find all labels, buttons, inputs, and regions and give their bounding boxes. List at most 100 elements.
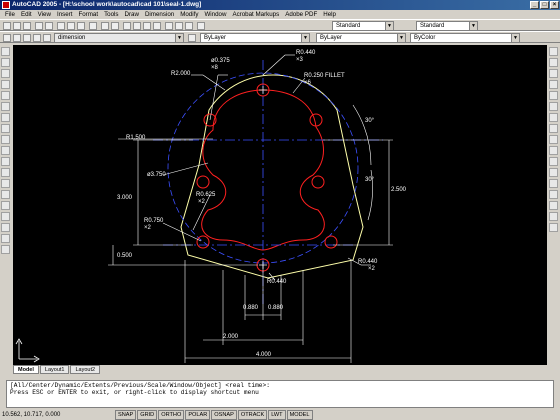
- polygon-icon[interactable]: [1, 80, 10, 89]
- layer-manager-icon[interactable]: [3, 34, 11, 42]
- menu-edit[interactable]: Edit: [18, 10, 35, 19]
- line-icon[interactable]: [1, 47, 10, 56]
- grid-toggle[interactable]: GRID: [137, 410, 158, 420]
- copy-icon[interactable]: [67, 22, 75, 30]
- break-at-point-icon[interactable]: [549, 168, 558, 177]
- menu-format[interactable]: Format: [75, 10, 101, 19]
- design-center-icon[interactable]: [175, 22, 183, 30]
- zoom-window-icon[interactable]: [143, 22, 151, 30]
- otrack-toggle[interactable]: OTRACK: [237, 410, 268, 420]
- offset-icon[interactable]: [549, 80, 558, 89]
- menu-view[interactable]: View: [35, 10, 54, 19]
- break-icon[interactable]: [549, 179, 558, 188]
- paste-icon[interactable]: [77, 22, 85, 30]
- layer-combo[interactable]: dimension ▼: [54, 33, 184, 43]
- dim-style-combo[interactable]: Standard ▼: [416, 21, 478, 31]
- tab-layout2[interactable]: Layout2: [70, 365, 101, 374]
- multiline-text-icon[interactable]: [1, 245, 10, 254]
- point-icon[interactable]: [1, 190, 10, 199]
- construction-line-icon[interactable]: [1, 58, 10, 67]
- minimize-button[interactable]: _: [530, 1, 539, 9]
- mirror-icon[interactable]: [549, 69, 558, 78]
- stretch-icon[interactable]: [549, 135, 558, 144]
- lineweight-combo[interactable]: ByColor ▼: [410, 33, 520, 43]
- chamfer-icon[interactable]: [549, 201, 558, 210]
- rotate-icon[interactable]: [549, 113, 558, 122]
- properties-icon[interactable]: [165, 22, 173, 30]
- model-toggle[interactable]: MODEL: [286, 410, 313, 420]
- rectangle-icon[interactable]: [1, 91, 10, 100]
- save-icon[interactable]: [23, 22, 31, 30]
- menu-window[interactable]: Window: [201, 10, 229, 19]
- close-button[interactable]: ×: [550, 1, 559, 9]
- open-icon[interactable]: [13, 22, 21, 30]
- extend-icon[interactable]: [549, 157, 558, 166]
- polar-toggle[interactable]: POLAR: [185, 410, 211, 420]
- spline-icon[interactable]: [1, 135, 10, 144]
- help-icon[interactable]: [197, 22, 205, 30]
- gradient-icon[interactable]: [1, 212, 10, 221]
- erase-icon[interactable]: [549, 47, 558, 56]
- scale-icon[interactable]: [549, 124, 558, 133]
- zoom-realtime-icon[interactable]: [133, 22, 141, 30]
- command-window[interactable]: [All/Center/Dynamic/Extents/Previous/Sca…: [6, 380, 554, 408]
- make-layer-current-icon[interactable]: [188, 34, 196, 42]
- layer-color-icon[interactable]: [43, 34, 51, 42]
- lightbulb-icon[interactable]: [13, 34, 21, 42]
- sun-icon[interactable]: [23, 34, 31, 42]
- ortho-toggle[interactable]: ORTHO: [158, 410, 185, 420]
- pan-icon[interactable]: [123, 22, 131, 30]
- label-d3000: 3.000: [117, 195, 133, 201]
- copy-object-icon[interactable]: [549, 58, 558, 67]
- label-d4000: 4.000: [256, 352, 272, 358]
- undo-icon[interactable]: [101, 22, 109, 30]
- chevron-down-icon: ▼: [385, 22, 393, 30]
- color-combo[interactable]: ByLayer ▼: [200, 33, 310, 43]
- explode-icon[interactable]: [549, 223, 558, 232]
- ellipse-icon[interactable]: [1, 146, 10, 155]
- label-r0625: R0.625: [196, 192, 216, 198]
- drawing-area[interactable]: R0.440 ×3 ø0.375 ×8 R2.000 R0.250 FILLET…: [13, 45, 547, 365]
- arc-icon[interactable]: [1, 102, 10, 111]
- redo-icon[interactable]: [111, 22, 119, 30]
- linetype-combo[interactable]: ByLayer ▼: [316, 33, 406, 43]
- tab-layout1[interactable]: Layout1: [39, 365, 70, 374]
- text-style-combo[interactable]: Standard ▼: [332, 21, 394, 31]
- snap-toggle[interactable]: SNAP: [115, 410, 137, 420]
- menu-dimension[interactable]: Dimension: [142, 10, 177, 19]
- menu-tools[interactable]: Tools: [101, 10, 121, 19]
- lwt-toggle[interactable]: LWT: [268, 410, 286, 420]
- menu-acrobat-markups[interactable]: Acrobat Markups: [229, 10, 282, 19]
- menu-modify[interactable]: Modify: [177, 10, 201, 19]
- tool-palettes-icon[interactable]: [185, 22, 193, 30]
- make-block-icon[interactable]: [1, 179, 10, 188]
- zoom-previous-icon[interactable]: [153, 22, 161, 30]
- menu-draw[interactable]: Draw: [122, 10, 142, 19]
- region-icon[interactable]: [1, 223, 10, 232]
- preview-icon[interactable]: [45, 22, 53, 30]
- new-icon[interactable]: [3, 22, 11, 30]
- trim-icon[interactable]: [549, 146, 558, 155]
- hatch-icon[interactable]: [1, 201, 10, 210]
- fillet-icon[interactable]: [549, 212, 558, 221]
- ellipse-arc-icon[interactable]: [1, 157, 10, 166]
- lock-icon[interactable]: [33, 34, 41, 42]
- menu-help[interactable]: Help: [320, 10, 339, 19]
- join-icon[interactable]: [549, 190, 558, 199]
- table-icon[interactable]: [1, 234, 10, 243]
- polyline-icon[interactable]: [1, 69, 10, 78]
- match-properties-icon[interactable]: [89, 22, 97, 30]
- maximize-button[interactable]: □: [540, 1, 549, 9]
- cut-icon[interactable]: [57, 22, 65, 30]
- menu-file[interactable]: File: [2, 10, 18, 19]
- revision-cloud-icon[interactable]: [1, 124, 10, 133]
- move-icon[interactable]: [549, 102, 558, 111]
- tab-model[interactable]: Model: [13, 365, 39, 374]
- menu-adobe-pdf[interactable]: Adobe PDF: [282, 10, 320, 19]
- menu-insert[interactable]: Insert: [54, 10, 75, 19]
- insert-block-icon[interactable]: [1, 168, 10, 177]
- array-icon[interactable]: [549, 91, 558, 100]
- osnap-toggle[interactable]: OSNAP: [211, 410, 237, 420]
- circle-icon[interactable]: [1, 113, 10, 122]
- plot-icon[interactable]: [35, 22, 43, 30]
